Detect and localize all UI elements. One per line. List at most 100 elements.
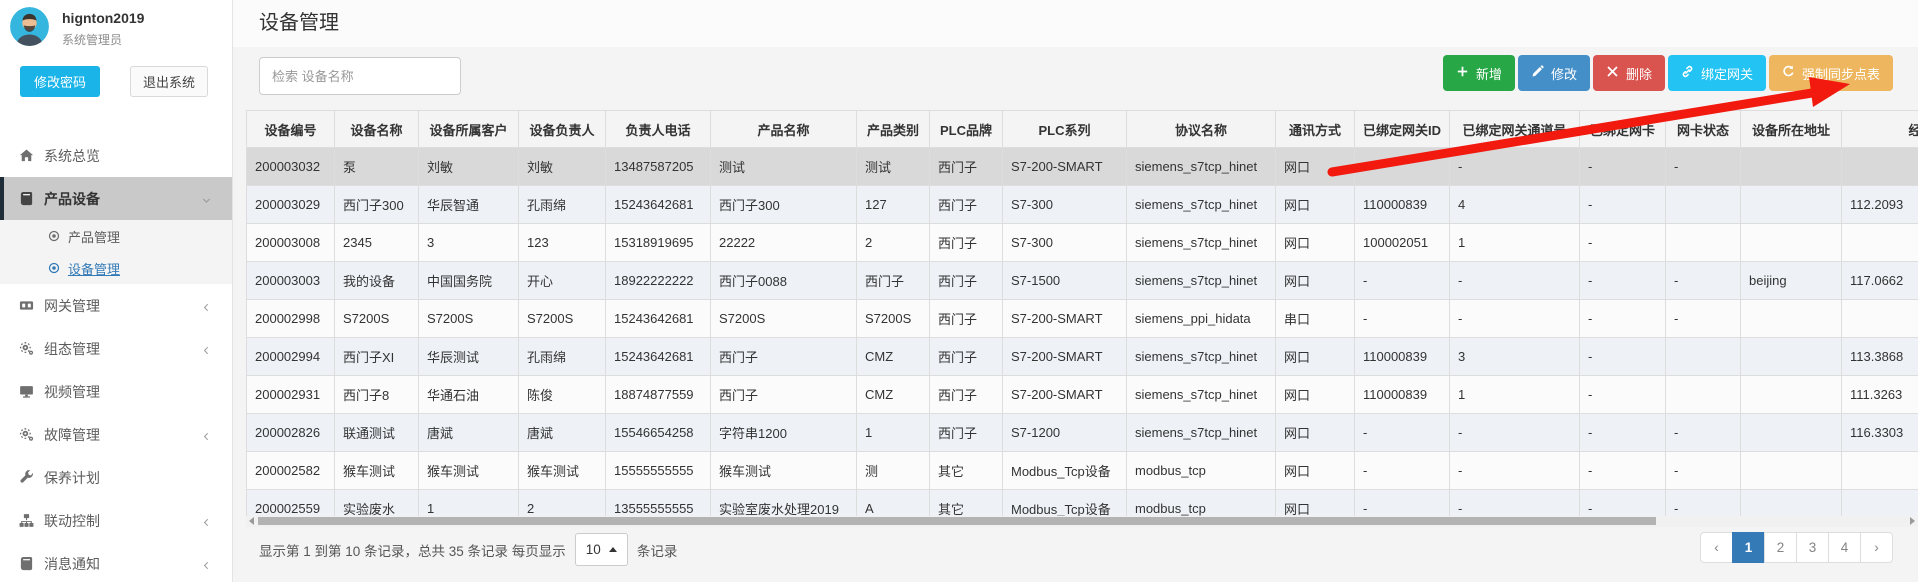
page-button-2[interactable]: 2 [1764,532,1797,563]
table-cell: 200002994 [247,338,335,376]
sidebar-item-保养计划[interactable]: 保养计划 [0,456,232,499]
sidebar-item-网关管理[interactable]: 网关管理 [0,284,232,327]
toolbar-button-强制同步点表[interactable]: 强制同步点表 [1769,55,1893,91]
page-size-selector[interactable]: 10 [575,533,628,566]
table-cell: 15555555555 [606,452,711,490]
scrollbar-thumb[interactable] [258,517,1656,525]
home-icon [18,148,34,164]
table-cell: siemens_s7tcp_hinet [1127,186,1276,224]
gears-icon [19,341,34,356]
column-header-设备名称[interactable]: 设备名称 [335,111,419,148]
book-icon [19,191,34,206]
table-cell [1666,338,1741,376]
column-header-PLC系列[interactable]: PLC系列 [1003,111,1127,148]
table-cell: 4 [1450,186,1580,224]
table-row[interactable]: 200002582猴车测试猴车测试猴车测试15555555555猴车测试测其它M… [247,452,1918,490]
column-header-产品名称[interactable]: 产品名称 [711,111,857,148]
toolbar-button-新增[interactable]: 新增 [1443,55,1515,91]
monitor-icon [19,384,34,399]
sidebar-item-组态管理[interactable]: 组态管理 [0,327,232,370]
table-cell: 22222 [711,224,857,262]
search-input[interactable] [259,57,461,95]
column-header-通讯方式[interactable]: 通讯方式 [1276,111,1355,148]
table-row[interactable]: 200002998S7200SS7200SS7200S15243642681S7… [247,300,1918,338]
table-cell: 1 [1450,224,1580,262]
table-cell: - [1580,262,1666,300]
toolbar-button-label: 强制同步点表 [1802,64,1880,83]
column-header-设备所在地址[interactable]: 设备所在地址 [1741,111,1842,148]
toolbar-button-绑定网关[interactable]: 绑定网关 [1668,55,1766,91]
table-row[interactable]: 200003003我的设备中国国务院开心18922222222西门子0088西门… [247,262,1918,300]
sidebar-item-设备管理[interactable]: 设备管理 [0,252,232,284]
table-cell: S7200S [857,300,930,338]
table-row[interactable]: 200002994西门子XI华辰测试孔雨绵15243642681西门子CMZ西门… [247,338,1918,376]
page-next-button[interactable]: › [1860,532,1893,563]
table-row[interactable]: 200003029西门子300华辰智通孔雨绵15243642681西门子3001… [247,186,1918,224]
column-header-设备所属客户[interactable]: 设备所属客户 [419,111,519,148]
table-cell: 孔雨绵 [519,186,606,224]
sitemap-icon [19,513,34,528]
table-cell: 网口 [1276,262,1355,300]
sidebar-item-产品管理[interactable]: 产品管理 [0,220,232,252]
table-row[interactable]: 200002559实验废水1213555555555实验室废水处理2019A其它… [247,490,1918,517]
table-row[interactable]: 2000030082345312315318919695222222西门子S7-… [247,224,1918,262]
column-header-协议名称[interactable]: 协议名称 [1127,111,1276,148]
column-header-设备负责人[interactable]: 设备负责人 [519,111,606,148]
column-header-已绑定网卡[interactable]: 已绑定网卡 [1580,111,1666,148]
table-cell: - [1450,262,1580,300]
dot-circle-icon [48,230,60,242]
table-cell: 西门子0088 [711,262,857,300]
table-cell: 1 [419,490,519,517]
table-cell: 猴车测试 [419,452,519,490]
table-cell: 200002559 [247,490,335,517]
column-header-已绑定网关ID[interactable]: 已绑定网关ID [1355,111,1450,148]
table-row[interactable]: 200003032泵刘敏刘敏13487587205测试测试西门子S7-200-S… [247,148,1918,186]
table-cell: 测试 [857,148,930,186]
table-row[interactable]: 200002931西门子8华通石油陈俊18874877559西门子CMZ西门子S… [247,376,1918,414]
logout-button[interactable]: 退出系统 [130,66,208,97]
pencil-icon [1531,65,1544,78]
scroll-right-icon[interactable] [1910,517,1915,525]
table-cell: 200002826 [247,414,335,452]
table-cell: 字符串1200 [711,414,857,452]
column-header-PLC品牌[interactable]: PLC品牌 [930,111,1003,148]
table-cell [1741,186,1842,224]
table-cell: 127 [857,186,930,224]
table-cell: S7-200-SMART [1003,338,1127,376]
sidebar-item-产品设备[interactable]: 产品设备 [0,177,232,220]
table-cell: 刘敏 [519,148,606,186]
page-button-4[interactable]: 4 [1828,532,1861,563]
link-icon [1681,65,1694,81]
table-cell: 200002998 [247,300,335,338]
column-header-经度[interactable]: 经度 [1842,111,1918,148]
page-button-3[interactable]: 3 [1796,532,1829,563]
sidebar-item-故障管理[interactable]: 故障管理 [0,413,232,456]
toolbar-button-修改[interactable]: 修改 [1518,55,1590,91]
table-cell: S7200S [335,300,419,338]
link-icon [1681,65,1694,78]
sidebar-item-系统总览[interactable]: 系统总览 [0,134,232,177]
change-password-button[interactable]: 修改密码 [20,66,100,97]
column-header-网卡状态[interactable]: 网卡状态 [1666,111,1741,148]
page-button-1[interactable]: 1 [1732,532,1765,563]
scroll-left-icon[interactable] [249,517,254,525]
toolbar-button-删除[interactable]: 删除 [1593,55,1665,91]
page-prev-button[interactable]: ‹ [1700,532,1733,563]
sidebar-item-消息通知[interactable]: 消息通知 [0,542,232,585]
table-row[interactable]: 200002826联通测试唐斌唐斌15546654258字符串12001西门子S… [247,414,1918,452]
table-cell: 1 [857,414,930,452]
table-cell: 1 [1450,376,1580,414]
sidebar-item-联动控制[interactable]: 联动控制 [0,499,232,542]
column-header-负责人电话[interactable]: 负责人电话 [606,111,711,148]
sidebar-item-视频管理[interactable]: 视频管理 [0,370,232,413]
table-cell: beijing [1741,262,1842,300]
table-cell: 猴车测试 [711,452,857,490]
column-header-设备编号[interactable]: 设备编号 [247,111,335,148]
column-header-产品类别[interactable]: 产品类别 [857,111,930,148]
table-cell [1842,148,1918,186]
table-cell: - [1580,338,1666,376]
table-cell: S7-200-SMART [1003,376,1127,414]
chevron-left-icon [201,515,212,531]
device-management-app: hignton2019 系统管理员 修改密码 退出系统 系统总览产品设备产品管理… [0,0,1918,582]
column-header-已绑定网关通道号[interactable]: 已绑定网关通道号 [1450,111,1580,148]
